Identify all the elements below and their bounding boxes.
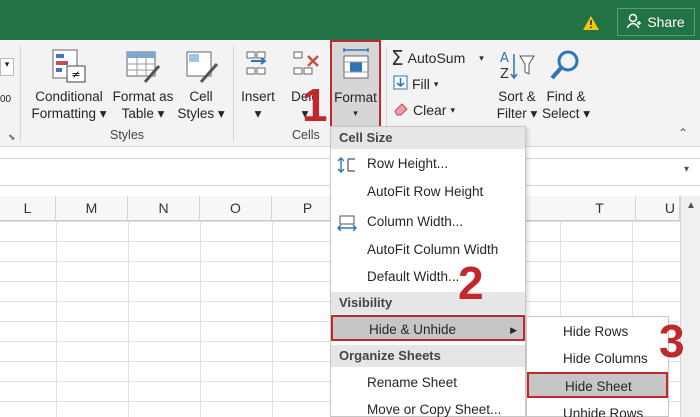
fill-button[interactable]: Fill ▾ xyxy=(393,74,438,94)
fill-label: Fill xyxy=(412,76,430,92)
autofit-row-height-label: AutoFit Row Height xyxy=(367,184,484,199)
decimal-fragment[interactable]: 00 xyxy=(0,94,11,105)
format-button[interactable]: Format ▾ xyxy=(330,40,381,128)
clear-label: Clear xyxy=(413,102,447,118)
share-label: Share xyxy=(647,14,685,30)
conditional-formatting-label-1: Conditional xyxy=(35,89,103,104)
svg-text:A: A xyxy=(500,51,509,66)
insert-dropdown-arrow: ▾ xyxy=(254,106,262,121)
default-width-label: Default Width... xyxy=(367,269,460,284)
hide-rows-item[interactable]: Hide Rows xyxy=(527,319,668,345)
hide-rows-label: Hide Rows xyxy=(563,324,629,339)
cell-size-header: Cell Size xyxy=(331,127,525,149)
default-width-item[interactable]: Default Width... xyxy=(331,264,525,290)
svg-text:≠: ≠ xyxy=(71,68,80,81)
share-button[interactable]: Share xyxy=(617,8,695,36)
find-select-label-1: Find & xyxy=(546,89,586,104)
sigma-icon: Σ xyxy=(391,46,404,70)
find-select-label-2: Select ▾ xyxy=(542,106,591,121)
conditional-formatting-icon: ≠ xyxy=(52,49,86,83)
clear-dropdown-arrow: ▾ xyxy=(450,104,455,115)
autosum-button[interactable]: Σ AutoSum ▾ xyxy=(391,46,484,70)
ribbon-separator xyxy=(20,46,21,142)
sort-filter-button[interactable]: AZ Sort & Filter ▾ xyxy=(494,48,540,122)
hide-sheet-label: Hide Sheet xyxy=(565,379,632,394)
autosum-dropdown-arrow: ▾ xyxy=(479,52,484,63)
hide-unhide-item[interactable]: Hide & Unhide ▶ xyxy=(331,315,525,341)
format-cells-icon xyxy=(343,48,369,79)
move-copy-sheet-item[interactable]: Move or Copy Sheet... xyxy=(331,397,525,417)
format-as-table-label-1: Format as xyxy=(112,89,174,104)
autofit-column-width-label: AutoFit Column Width xyxy=(367,242,499,257)
dialog-launcher-icon[interactable]: ⬊ xyxy=(8,132,16,143)
rename-sheet-item[interactable]: Rename Sheet xyxy=(331,370,525,396)
cell-styles-label-2: Styles ▾ xyxy=(177,106,225,121)
eraser-icon xyxy=(393,102,409,119)
autofit-row-height-item[interactable]: AutoFit Row Height xyxy=(331,179,525,205)
ribbon-left-dropdown[interactable]: ▾ xyxy=(0,58,14,76)
hide-columns-item[interactable]: Hide Columns xyxy=(527,346,668,372)
unhide-rows-item[interactable]: Unhide Rows xyxy=(527,401,668,417)
sort-filter-label-1: Sort & xyxy=(498,89,536,104)
column-header-o[interactable]: O xyxy=(200,196,272,221)
column-width-item[interactable]: Column Width... xyxy=(331,209,525,235)
person-icon xyxy=(626,13,642,32)
magnifier-icon xyxy=(550,50,579,80)
cell-styles-label-1: Cell xyxy=(189,89,213,104)
title-bar: Share xyxy=(0,0,700,40)
move-copy-sheet-label: Move or Copy Sheet... xyxy=(367,402,502,417)
sort-filter-label-2: Filter ▾ xyxy=(496,106,538,121)
row-height-label: Row Height... xyxy=(367,156,449,171)
column-width-label: Column Width... xyxy=(367,214,464,229)
format-dropdown-arrow: ▾ xyxy=(353,108,358,118)
format-as-table-button[interactable]: Format as Table ▾ xyxy=(112,48,174,122)
clear-button[interactable]: Clear ▾ xyxy=(393,100,455,120)
format-label: Format xyxy=(334,90,377,105)
find-select-button[interactable]: Find & Select ▾ xyxy=(542,48,590,122)
format-as-table-icon xyxy=(126,51,161,83)
column-header-u[interactable]: U xyxy=(636,196,680,221)
step-2-annotation: 2 xyxy=(458,257,484,309)
unhide-rows-label: Unhide Rows xyxy=(563,406,644,417)
autofit-column-width-item[interactable]: AutoFit Column Width xyxy=(331,237,525,263)
rename-sheet-label: Rename Sheet xyxy=(367,375,458,390)
column-header-t[interactable]: T xyxy=(564,196,636,221)
hide-unhide-label: Hide & Unhide xyxy=(369,322,457,337)
insert-label: Insert xyxy=(241,89,275,104)
ribbon-separator xyxy=(233,46,234,142)
conditional-formatting-button[interactable]: ≠ Conditional Formatting ▾ xyxy=(30,48,108,122)
step-3-annotation: 3 xyxy=(659,315,685,367)
formula-bar-expand-icon[interactable]: ▾ xyxy=(684,164,689,175)
collapse-ribbon-icon[interactable]: ⌃ xyxy=(678,126,688,140)
insert-cells-icon xyxy=(246,51,267,75)
hide-columns-label: Hide Columns xyxy=(563,351,648,366)
conditional-formatting-label-2: Formatting ▾ xyxy=(31,106,107,121)
sort-filter-icon: AZ xyxy=(500,51,535,82)
vertical-scrollbar[interactable]: ▲ xyxy=(680,196,700,417)
styles-group-label: Styles xyxy=(110,128,145,142)
cell-styles-icon xyxy=(186,51,219,83)
scroll-up-icon[interactable]: ▲ xyxy=(686,200,696,211)
submenu-arrow-icon: ▶ xyxy=(510,325,517,335)
warning-icon[interactable] xyxy=(583,16,599,33)
organize-sheets-header: Organize Sheets xyxy=(331,345,525,367)
svg-text:Z: Z xyxy=(500,67,509,82)
format-dropdown-menu: Cell Size Row Height... AutoFit Row Heig… xyxy=(330,126,526,417)
format-as-table-label-2: Table ▾ xyxy=(121,106,165,121)
column-header-m[interactable]: M xyxy=(56,196,128,221)
column-header-n[interactable]: N xyxy=(128,196,200,221)
fill-dropdown-arrow: ▾ xyxy=(433,78,439,89)
hide-unhide-submenu: Hide Rows Hide Columns Hide Sheet Unhide… xyxy=(526,316,669,417)
visibility-header: Visibility xyxy=(331,292,525,314)
autosum-label: AutoSum xyxy=(407,50,466,66)
fill-down-icon xyxy=(393,75,408,93)
cell-styles-button[interactable]: Cell Styles ▾ xyxy=(176,48,226,122)
hide-sheet-item[interactable]: Hide Sheet xyxy=(527,372,668,398)
step-1-annotation: 1 xyxy=(302,79,328,131)
row-height-item[interactable]: Row Height... xyxy=(331,151,525,177)
insert-button[interactable]: Insert ▾ xyxy=(236,48,280,122)
column-header-l[interactable]: L xyxy=(0,196,56,221)
